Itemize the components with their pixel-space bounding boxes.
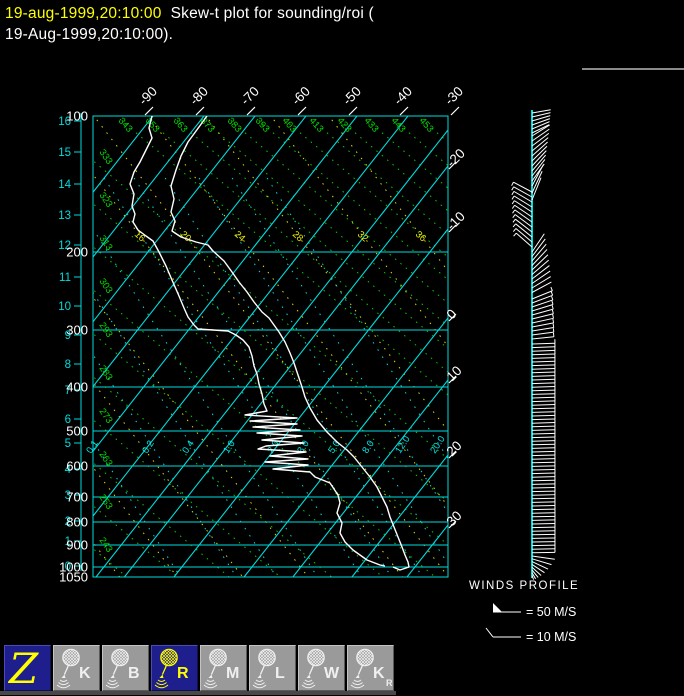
svg-text:24: 24 xyxy=(232,229,247,244)
radiosonde-balloon-icon: W xyxy=(301,648,340,688)
winds-profile-title: WINDS PROFILE xyxy=(469,580,579,592)
svg-text:303: 303 xyxy=(97,276,115,295)
svg-text:283: 283 xyxy=(97,363,115,382)
svg-text:12.0: 12.0 xyxy=(393,434,412,456)
svg-text:13: 13 xyxy=(58,210,71,222)
svg-text:243: 243 xyxy=(97,535,115,554)
toolbar-button-zeb-logo[interactable]: Z xyxy=(4,645,51,691)
svg-text:353: 353 xyxy=(143,116,162,135)
svg-text:5.0: 5.0 xyxy=(326,439,342,456)
svg-text:200: 200 xyxy=(66,245,88,260)
radiosonde-balloon-icon: K xyxy=(56,648,91,688)
svg-text:323: 323 xyxy=(97,190,115,209)
svg-text:423: 423 xyxy=(335,116,354,135)
radiosonde-balloon-icon: R xyxy=(154,648,189,688)
svg-text:36: 36 xyxy=(413,229,428,244)
svg-text:= 10 M/S: = 10 M/S xyxy=(526,630,576,642)
svg-text:-40: -40 xyxy=(391,84,415,108)
svg-text:14: 14 xyxy=(58,179,71,191)
svg-text:700: 700 xyxy=(66,490,88,505)
svg-text:333: 333 xyxy=(97,147,115,166)
svg-text:600: 600 xyxy=(66,459,88,474)
svg-text:1.0: 1.0 xyxy=(221,439,237,456)
svg-text:R: R xyxy=(386,678,393,688)
svg-text:28: 28 xyxy=(290,229,305,244)
right-temp-labels: -20-100102030 xyxy=(444,146,468,529)
svg-text:433: 433 xyxy=(362,116,381,135)
skew-t-plot: 1615141312111098765432101002003004005006… xyxy=(58,84,579,642)
svg-text:15: 15 xyxy=(58,147,71,159)
radiosonde-balloon-icon: B xyxy=(105,648,140,688)
svg-text:900: 900 xyxy=(66,538,88,553)
svg-text:-50: -50 xyxy=(340,84,364,108)
toolbar-button-sounding-b[interactable]: B xyxy=(102,645,149,691)
svg-text:363: 363 xyxy=(171,116,190,135)
svg-text:100: 100 xyxy=(66,109,88,124)
svg-text:L: L xyxy=(275,665,285,682)
winds-profile: WINDS PROFILE xyxy=(469,109,579,592)
svg-text:11: 11 xyxy=(59,272,71,284)
svg-text:B: B xyxy=(128,665,140,682)
toolbar-button-sounding-w[interactable]: W xyxy=(298,645,345,691)
svg-text:393: 393 xyxy=(253,116,272,135)
svg-text:383: 383 xyxy=(225,116,244,135)
svg-text:R: R xyxy=(177,665,189,682)
svg-text:-70: -70 xyxy=(238,84,262,108)
svg-text:500: 500 xyxy=(66,424,88,439)
svg-text:M: M xyxy=(226,665,239,682)
svg-text:0.1: 0.1 xyxy=(84,439,100,456)
toolbar-shadow xyxy=(0,691,396,695)
svg-text:0: 0 xyxy=(444,306,460,322)
svg-text:= 50 M/S: = 50 M/S xyxy=(526,605,576,619)
svg-text:1050: 1050 xyxy=(59,570,88,585)
svg-text:Z: Z xyxy=(7,647,39,690)
toolbar-button-sounding-k[interactable]: K xyxy=(53,645,100,691)
svg-text:403: 403 xyxy=(280,116,299,135)
toolbar-button-sounding-r[interactable]: R xyxy=(151,645,198,691)
svg-text:-90: -90 xyxy=(136,84,160,108)
toolbar-button-sounding-kr[interactable]: K R xyxy=(347,645,394,691)
toolbar-button-sounding-l[interactable]: L xyxy=(249,645,296,691)
top-temp-labels: -90 -80 -70 -60 -50 -40 -30 xyxy=(136,84,466,116)
svg-text:8.0: 8.0 xyxy=(360,439,376,456)
svg-text:10: 10 xyxy=(58,301,71,313)
svg-text:5: 5 xyxy=(65,438,71,450)
svg-text:413: 413 xyxy=(307,116,326,135)
svg-text:443: 443 xyxy=(389,116,408,135)
svg-text:W: W xyxy=(324,665,340,682)
svg-text:20.0: 20.0 xyxy=(428,434,447,456)
winds-legend: = 50 M/S= 10 M/S= 5 M/S xyxy=(485,603,576,642)
radiosonde-balloon-icon: K R xyxy=(350,648,393,688)
zeb-logo-icon: Z xyxy=(7,647,39,690)
svg-text:400: 400 xyxy=(66,380,88,395)
in-plot-line-labels: 343 353 363 373 383 393 403 413 423 433 443 4533333… xyxy=(84,116,447,555)
svg-text:300: 300 xyxy=(66,323,88,338)
svg-text:K: K xyxy=(79,665,91,682)
svg-text:800: 800 xyxy=(66,515,88,530)
sounding-traces xyxy=(129,116,410,571)
svg-text:273: 273 xyxy=(97,406,115,425)
toolbar-button-sounding-m[interactable]: M xyxy=(200,645,247,691)
svg-text:-30: -30 xyxy=(442,84,466,108)
svg-text:-60: -60 xyxy=(289,84,313,108)
svg-text:293: 293 xyxy=(97,320,115,339)
svg-text:453: 453 xyxy=(417,116,436,135)
radiosonde-balloon-icon: M xyxy=(203,648,239,688)
svg-text:8: 8 xyxy=(65,359,71,371)
sounding-toolbar: Z K B R M L W K R xyxy=(4,645,394,691)
svg-text:-80: -80 xyxy=(187,84,211,108)
svg-text:K: K xyxy=(373,665,385,682)
svg-text:343: 343 xyxy=(116,116,135,135)
app-window: 19-aug-1999,20:10:00 Skew-t plot for sou… xyxy=(0,0,684,696)
radiosonde-balloon-icon: L xyxy=(252,648,285,688)
